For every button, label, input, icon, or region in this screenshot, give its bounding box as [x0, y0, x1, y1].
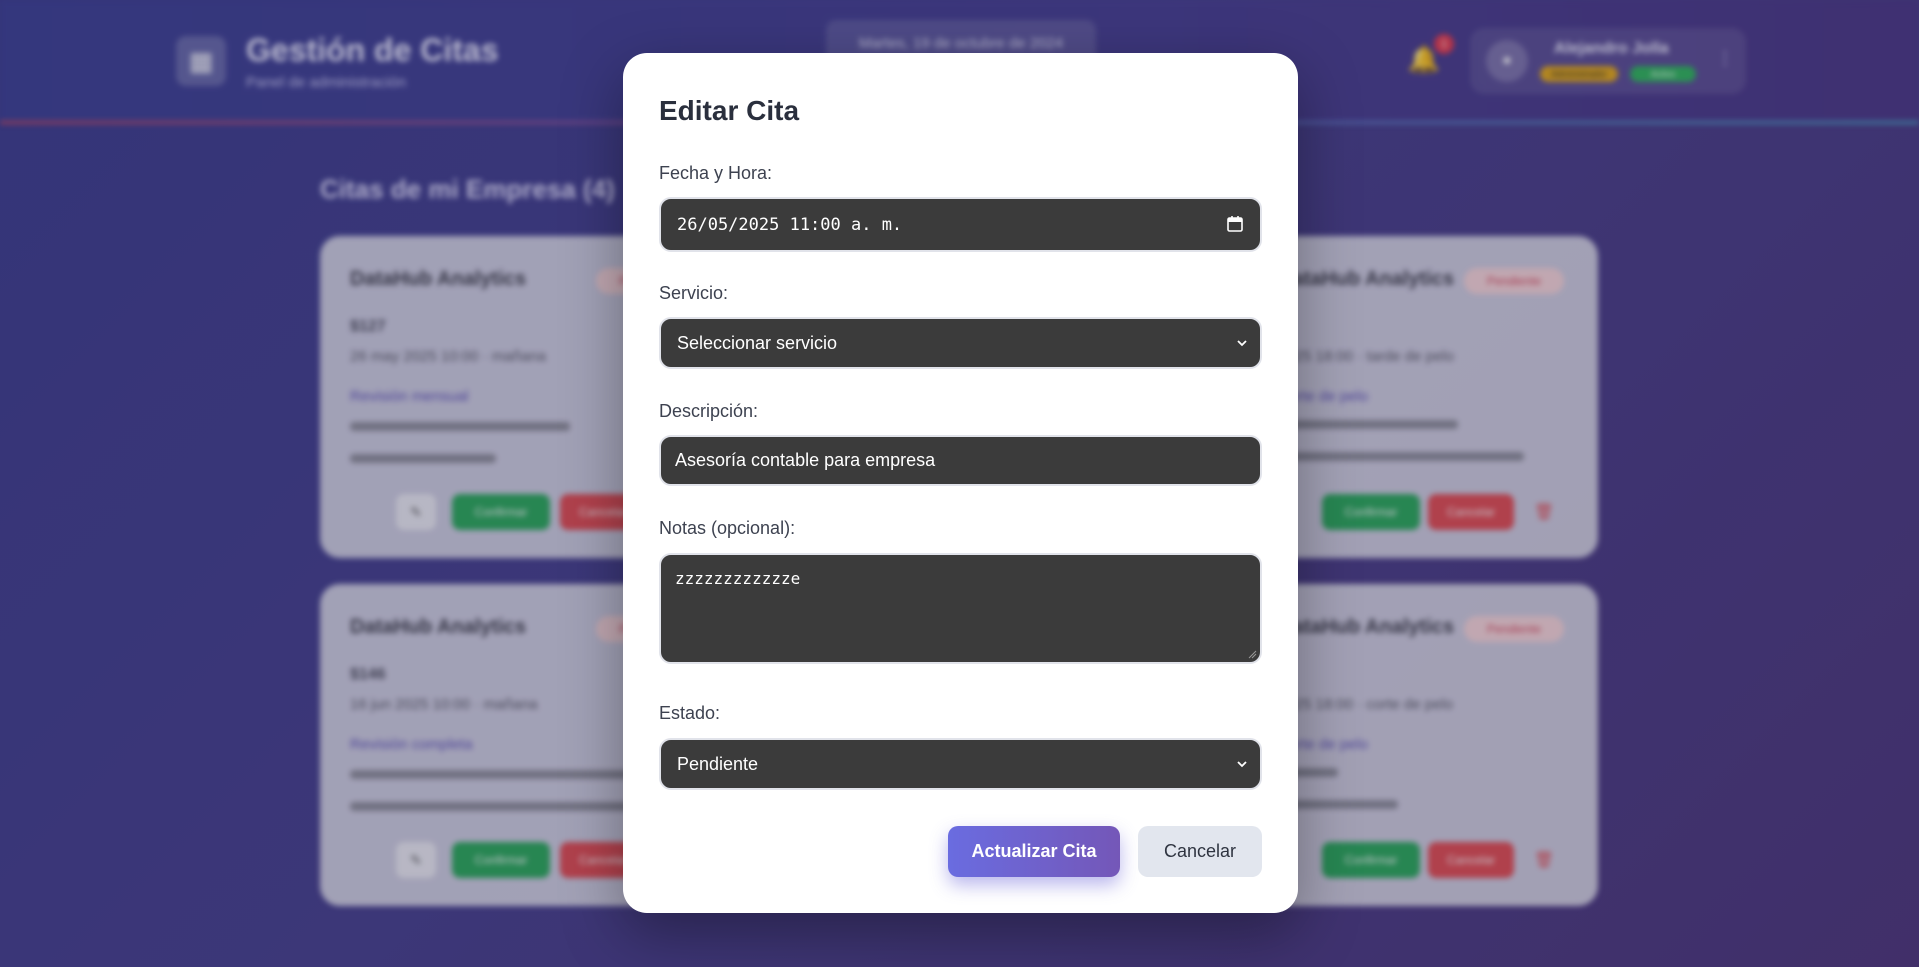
status-selected: Pendiente	[677, 753, 759, 774]
chevron-down-icon	[1237, 340, 1247, 347]
description-input[interactable]: Asesoría contable para empresa	[659, 435, 1262, 486]
status-label: Estado:	[659, 703, 721, 723]
service-label: Servicio:	[659, 283, 729, 303]
cancel-button[interactable]: Cancelar	[1138, 826, 1262, 877]
calendar-icon[interactable]	[1226, 215, 1244, 233]
status-select[interactable]: Pendiente	[659, 738, 1262, 790]
notes-value: zzzzzzzzzzzze	[675, 569, 801, 588]
datetime-input[interactable]: 26/05/2025 11:00 a. m.	[659, 197, 1262, 252]
resize-handle-icon[interactable]	[1247, 649, 1257, 659]
description-value: Asesoría contable para empresa	[675, 450, 936, 470]
edit-appointment-modal: Editar Cita Fecha y Hora: 26/05/2025 11:…	[623, 53, 1298, 913]
service-selected: Seleccionar servicio	[677, 332, 838, 353]
modal-title: Editar Cita	[659, 95, 800, 126]
notes-label: Notas (opcional):	[659, 518, 796, 538]
datetime-label: Fecha y Hora:	[659, 163, 773, 183]
chevron-down-icon	[1237, 761, 1247, 768]
update-appointment-button[interactable]: Actualizar Cita	[948, 826, 1120, 877]
description-label: Descripción:	[659, 401, 759, 421]
datetime-value: 26/05/2025 11:00 a. m.	[677, 214, 903, 235]
service-select[interactable]: Seleccionar servicio	[659, 317, 1262, 369]
notes-textarea[interactable]: zzzzzzzzzzzze	[659, 553, 1262, 664]
